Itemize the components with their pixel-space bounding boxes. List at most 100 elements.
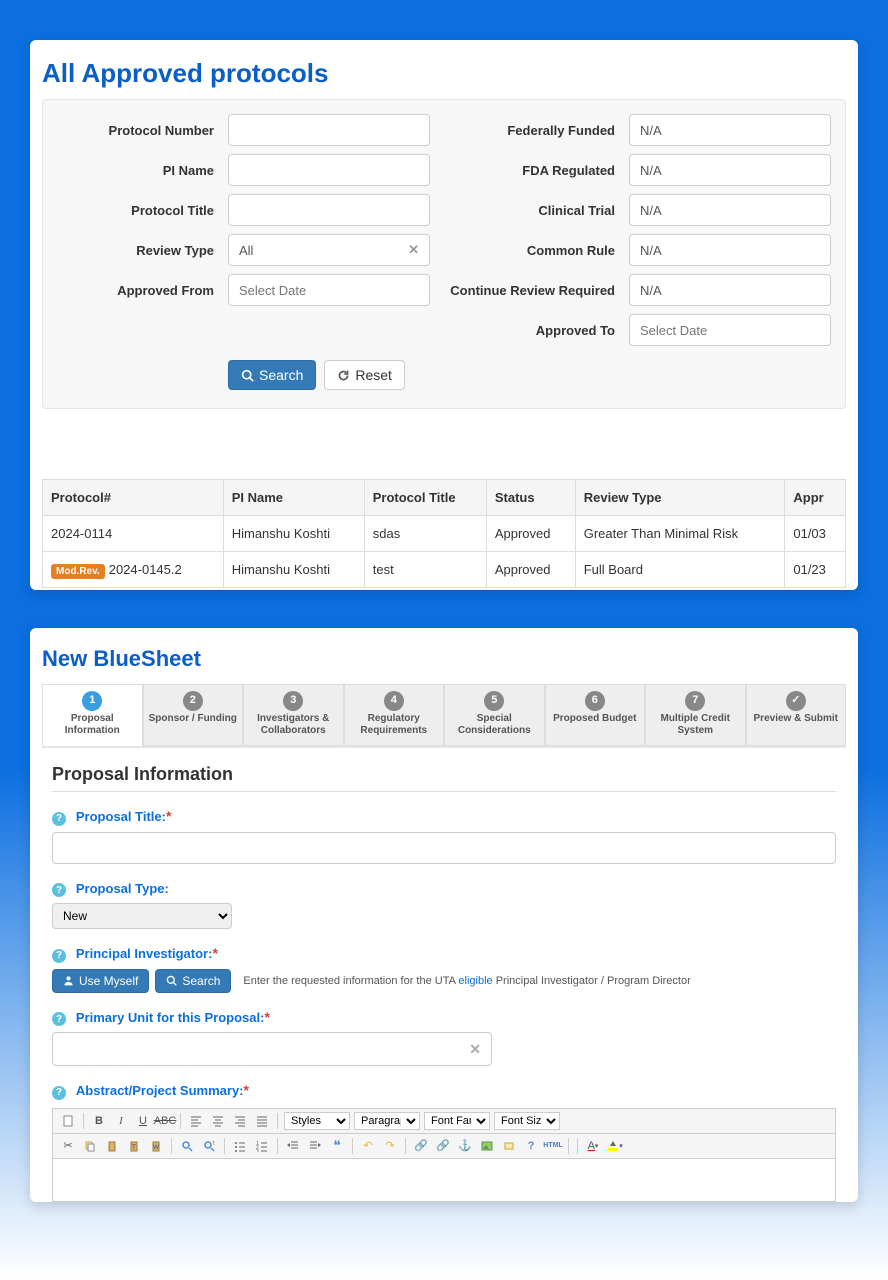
th-review-type[interactable]: Review Type	[575, 480, 785, 516]
font-family-select[interactable]: Font Family	[424, 1112, 490, 1130]
align-center-icon[interactable]	[209, 1112, 227, 1130]
pi-search-button[interactable]: Search	[155, 969, 231, 993]
paste-text-icon[interactable]: T	[125, 1137, 143, 1155]
help-icon[interactable]: ?	[52, 1012, 66, 1026]
review-type-label: Review Type	[43, 243, 228, 258]
wizard-step-2[interactable]: 2Sponsor / Funding	[143, 684, 244, 746]
anchor-icon[interactable]: ⚓	[456, 1137, 474, 1155]
italic-icon[interactable]: I	[112, 1112, 130, 1130]
separator	[171, 1138, 172, 1154]
wizard-steps: 1Proposal Information2Sponsor / Funding3…	[42, 684, 846, 748]
wizard-step-4[interactable]: 4Regulatory Requirements	[344, 684, 445, 746]
wizard-step-6[interactable]: 6Proposed Budget	[545, 684, 646, 746]
protocol-title-input[interactable]	[228, 194, 430, 226]
clear-icon[interactable]: ✕	[408, 242, 419, 258]
clinical-trial-label: Clinical Trial	[444, 203, 629, 218]
font-size-select[interactable]: Font Size	[494, 1112, 560, 1130]
align-right-icon[interactable]	[231, 1112, 249, 1130]
review-type-select[interactable]: All ✕	[228, 234, 430, 266]
th-protocol[interactable]: Protocol#	[43, 480, 224, 516]
step-label: Proposal Information	[47, 713, 138, 737]
step-number-icon: 6	[585, 691, 605, 711]
find-icon[interactable]	[178, 1137, 196, 1155]
bullet-list-icon[interactable]	[231, 1137, 249, 1155]
required-marker: *	[244, 1082, 249, 1098]
align-justify-icon[interactable]	[253, 1112, 271, 1130]
text-color-icon[interactable]: A▾	[584, 1137, 602, 1155]
th-pi-name[interactable]: PI Name	[223, 480, 364, 516]
th-approved[interactable]: Appr	[785, 480, 846, 516]
help-icon[interactable]: ?	[52, 949, 66, 963]
unlink-icon[interactable]: 🔗	[434, 1137, 452, 1155]
replace-icon[interactable]: ↻	[200, 1137, 218, 1155]
th-status[interactable]: Status	[486, 480, 575, 516]
clear-icon[interactable]: ✕	[469, 1041, 481, 1058]
eligible-link[interactable]: eligible	[458, 975, 492, 987]
clear-format-icon[interactable]	[500, 1137, 518, 1155]
required-marker: *	[166, 808, 171, 824]
rich-text-editor: B I U ABC Styles Paragraph Font Family F…	[52, 1108, 836, 1202]
newdoc-icon[interactable]	[59, 1112, 77, 1130]
th-title[interactable]: Protocol Title	[364, 480, 486, 516]
separator	[277, 1113, 278, 1129]
bg-color-icon[interactable]: ▾	[606, 1137, 624, 1155]
svg-text:W: W	[153, 1145, 159, 1151]
help-icon[interactable]: ?	[52, 1086, 66, 1100]
bold-icon[interactable]: B	[90, 1112, 108, 1130]
use-myself-button[interactable]: Use Myself	[52, 969, 149, 993]
protocol-number-input[interactable]	[228, 114, 430, 146]
blockquote-icon[interactable]: ❝	[328, 1137, 346, 1155]
wizard-step-7[interactable]: 7Multiple Credit System	[645, 684, 746, 746]
help-editor-icon[interactable]: ?	[522, 1137, 540, 1155]
paste-icon[interactable]	[103, 1137, 121, 1155]
pi-name-input[interactable]	[228, 154, 430, 186]
approved-from-input[interactable]	[228, 274, 430, 306]
editor-body[interactable]	[53, 1159, 835, 1201]
undo-icon[interactable]: ↶	[359, 1137, 377, 1155]
indent-icon[interactable]	[306, 1137, 324, 1155]
clinical-trial-select[interactable]: N/A	[629, 194, 831, 226]
proposal-type-select[interactable]: New	[52, 903, 232, 929]
continue-review-select[interactable]: N/A	[629, 274, 831, 306]
help-icon[interactable]: ?	[52, 812, 66, 826]
pi-label: Principal Investigator:	[76, 946, 213, 961]
strike-icon[interactable]: ABC	[156, 1112, 174, 1130]
wizard-step-5[interactable]: 5Special Considerations	[444, 684, 545, 746]
approved-to-input[interactable]	[629, 314, 831, 346]
table-row[interactable]: 2024-0114Himanshu KoshtisdasApprovedGrea…	[43, 516, 846, 552]
paste-word-icon[interactable]: W	[147, 1137, 165, 1155]
step-number-icon: ✓	[786, 691, 806, 711]
image-icon[interactable]	[478, 1137, 496, 1155]
align-left-icon[interactable]	[187, 1112, 205, 1130]
proposal-title-input[interactable]	[52, 832, 836, 864]
styles-select[interactable]: Styles	[284, 1112, 350, 1130]
help-icon[interactable]: ?	[52, 883, 66, 897]
federally-funded-select[interactable]: N/A	[629, 114, 831, 146]
separator	[577, 1138, 578, 1154]
common-rule-select[interactable]: N/A	[629, 234, 831, 266]
link-icon[interactable]: 🔗	[412, 1137, 430, 1155]
table-row[interactable]: Mod.Rev.2024-0145.2Himanshu KoshtitestAp…	[43, 552, 846, 588]
primary-unit-select[interactable]: ✕	[52, 1032, 492, 1066]
paragraph-select[interactable]: Paragraph	[354, 1112, 420, 1130]
separator	[83, 1113, 84, 1129]
underline-icon[interactable]: U	[134, 1112, 152, 1130]
search-button[interactable]: Search	[228, 360, 316, 390]
search-icon	[166, 975, 177, 986]
wizard-step-3[interactable]: 3Investigators & Collaborators	[243, 684, 344, 746]
copy-icon[interactable]	[81, 1137, 99, 1155]
number-list-icon[interactable]: 123	[253, 1137, 271, 1155]
cut-icon[interactable]: ✂	[59, 1137, 77, 1155]
filter-form: Protocol Number Federally Funded N/A PI …	[42, 99, 846, 409]
separator	[224, 1138, 225, 1154]
wizard-step-1[interactable]: 1Proposal Information	[42, 684, 143, 746]
pi-name-label: PI Name	[43, 163, 228, 178]
reset-button[interactable]: Reset	[324, 360, 405, 390]
fda-regulated-select[interactable]: N/A	[629, 154, 831, 186]
redo-icon[interactable]: ↷	[381, 1137, 399, 1155]
common-rule-label: Common Rule	[444, 243, 629, 258]
outdent-icon[interactable]	[284, 1137, 302, 1155]
wizard-step-8[interactable]: ✓Preview & Submit	[746, 684, 847, 746]
mod-rev-badge: Mod.Rev.	[51, 564, 105, 579]
html-icon[interactable]: HTML	[544, 1137, 562, 1155]
